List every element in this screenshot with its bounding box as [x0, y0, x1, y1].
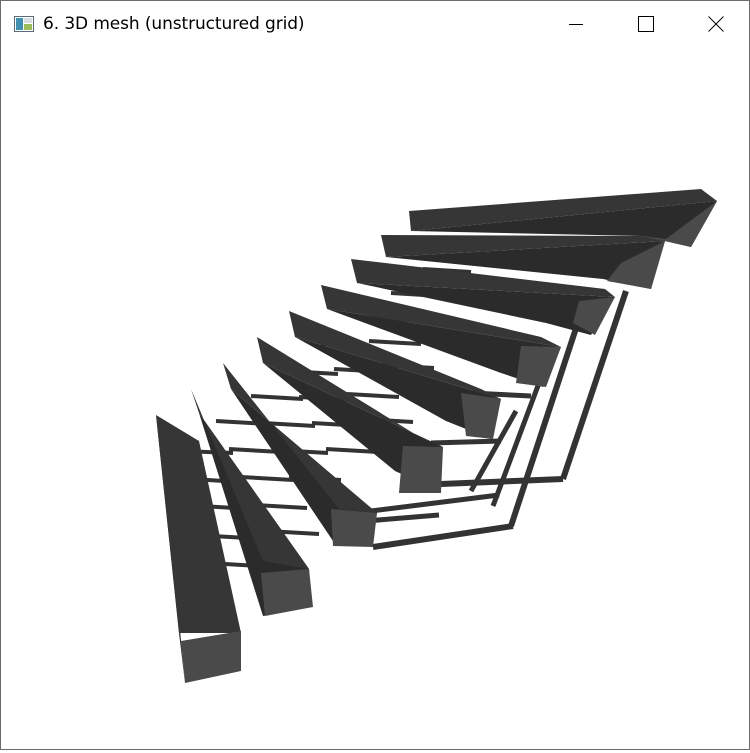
- close-button[interactable]: [681, 1, 750, 47]
- render-viewport[interactable]: [1, 47, 749, 749]
- lower-rail: [365, 512, 440, 524]
- maximize-icon: [638, 16, 654, 32]
- lower-rail: [440, 476, 564, 487]
- stair-tread-end: [181, 631, 241, 683]
- lower-rail: [370, 492, 500, 514]
- cross-bar: [368, 339, 422, 346]
- cross-bar: [346, 392, 400, 399]
- minimize-icon: [569, 24, 583, 25]
- stair-tread-end: [261, 569, 313, 616]
- stair-tread-end: [516, 346, 561, 387]
- lower-rail: [372, 523, 514, 550]
- window-title: 6. 3D mesh (unstructured grid): [43, 14, 305, 34]
- minimize-button[interactable]: [541, 1, 611, 47]
- cross-bar: [250, 394, 304, 401]
- staircase-mesh-render: [156, 189, 717, 683]
- stair-tread-end: [331, 509, 377, 547]
- app-window-icon: [14, 16, 34, 32]
- stair-tread-end: [461, 393, 501, 439]
- app-window: 6. 3D mesh (unstructured grid): [0, 0, 750, 750]
- cross-beam: [430, 438, 502, 446]
- cross-bar: [240, 475, 294, 482]
- stair-tread-top: [156, 415, 241, 633]
- stair-tread-end: [399, 446, 443, 493]
- close-icon: [708, 16, 724, 32]
- title-bar[interactable]: 6. 3D mesh (unstructured grid): [1, 1, 749, 47]
- maximize-button[interactable]: [611, 1, 681, 47]
